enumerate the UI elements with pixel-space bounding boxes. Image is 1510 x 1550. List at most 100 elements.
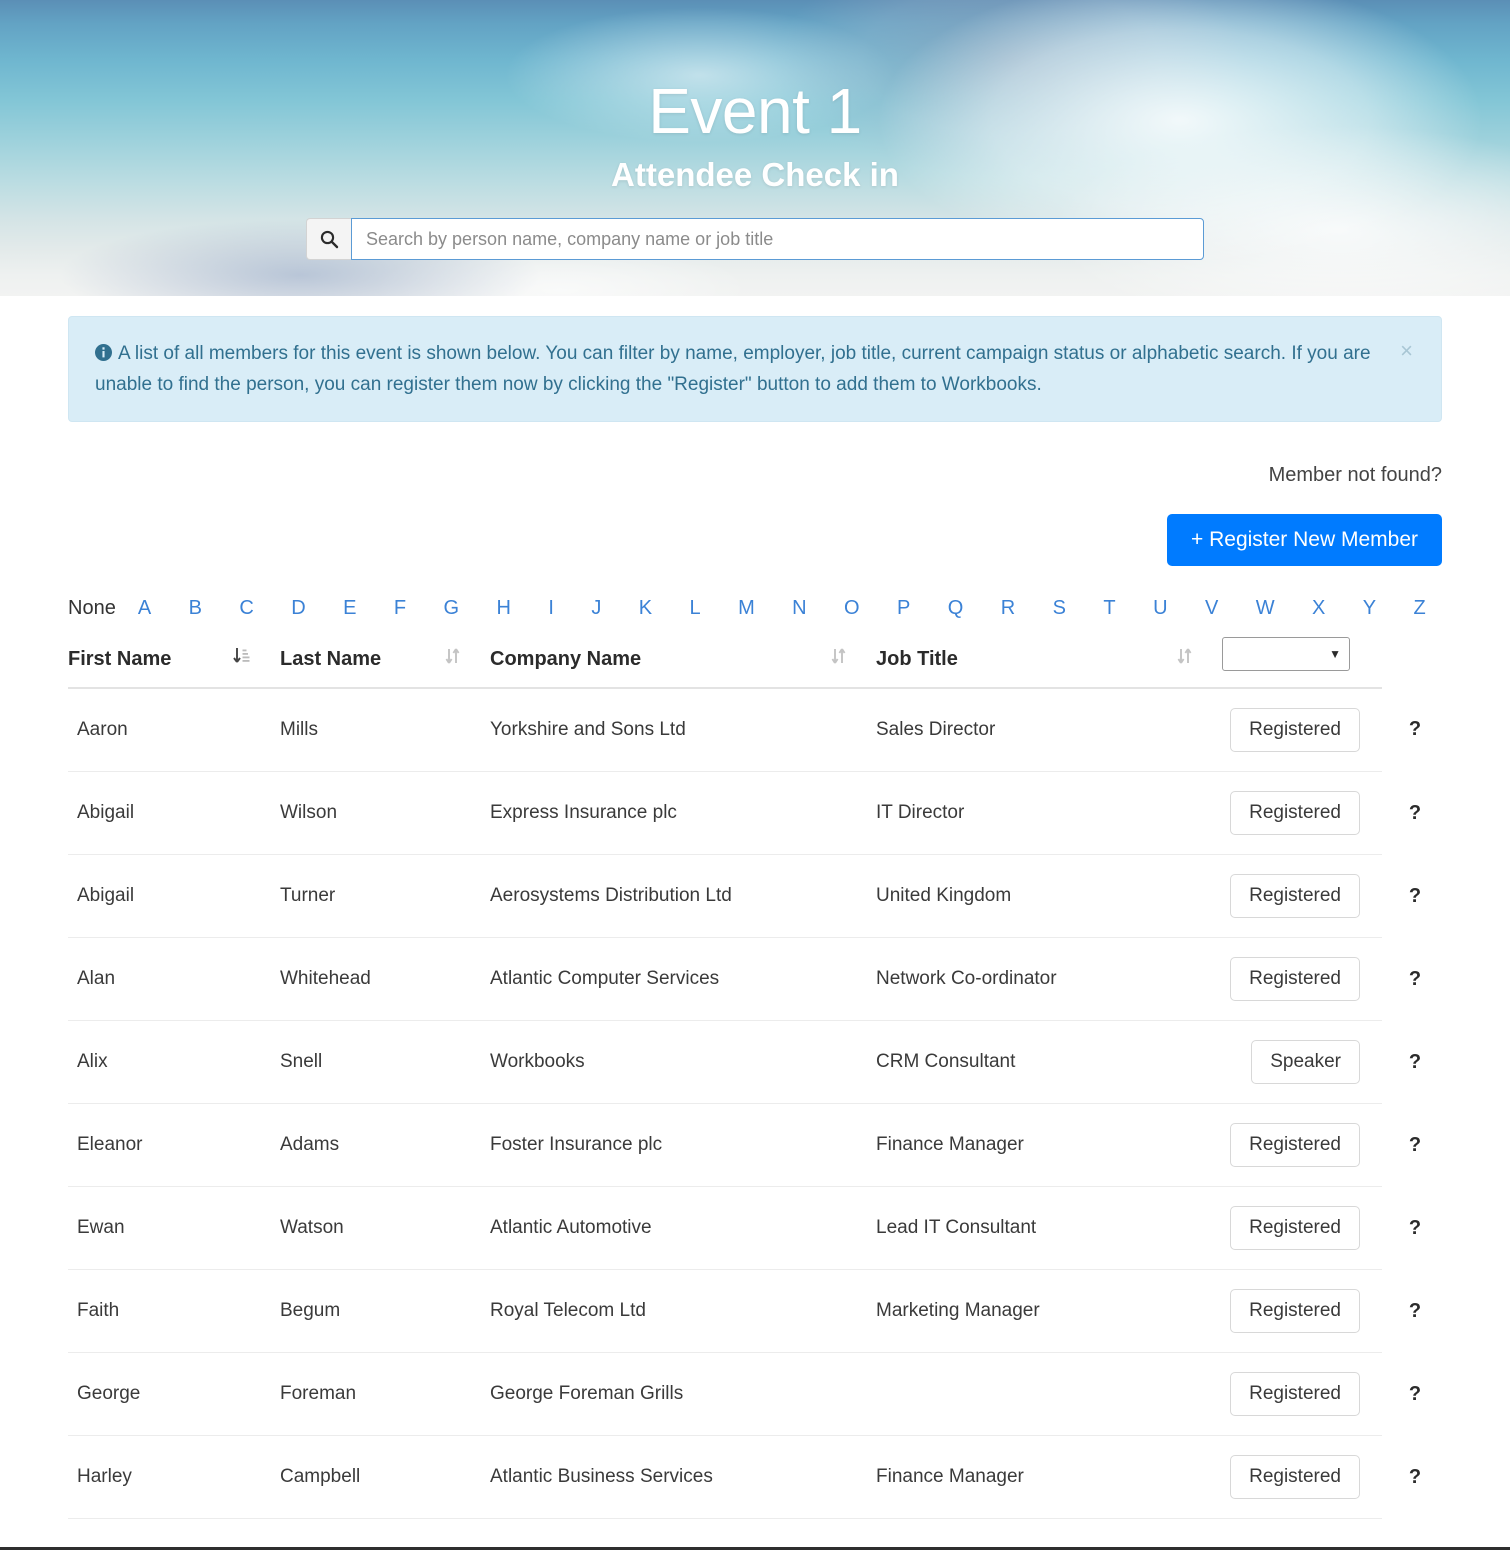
alpha-filter-none[interactable]: None (68, 597, 116, 620)
search-button[interactable] (306, 218, 351, 260)
cell-job-title: Sales Director (876, 688, 1222, 772)
alpha-filter-g[interactable]: G (444, 597, 460, 620)
cell-first-name: Ewan (68, 1186, 280, 1270)
status-button[interactable]: Registered (1230, 791, 1360, 835)
table-row: Harley Campbell Atlantic Business Services… (68, 1435, 1448, 1519)
search-bar (306, 218, 1204, 260)
cell-help: ? (1382, 688, 1448, 772)
table-row: Abigail Turner Aerosystems Distribution Lt… (68, 854, 1448, 938)
cell-help: ? (1382, 1353, 1448, 1436)
question-mark-icon[interactable]: ? (1409, 718, 1421, 740)
cell-status: Registered (1222, 1269, 1382, 1353)
cell-job-title: CRM Consultant (876, 1020, 1222, 1104)
status-button[interactable]: Registered (1230, 708, 1360, 752)
status-button[interactable]: Registered (1230, 874, 1360, 918)
status-button[interactable]: Registered (1230, 1372, 1360, 1416)
column-header-company-name[interactable]: Company Name (490, 637, 876, 689)
question-mark-icon[interactable]: ? (1409, 1217, 1421, 1239)
table-header: First Name Last Name Company Name Job Ti… (68, 637, 1448, 689)
status-button[interactable]: Speaker (1251, 1040, 1360, 1084)
alpha-filter-m[interactable]: M (738, 597, 755, 620)
alpha-filter-b[interactable]: B (189, 597, 202, 620)
chevron-down-icon: ▼ (1329, 647, 1341, 661)
alpha-filter-v[interactable]: V (1205, 597, 1218, 620)
cell-help: ? (1382, 1436, 1448, 1519)
question-mark-icon[interactable]: ? (1409, 1051, 1421, 1073)
cell-first-name: Aaron (68, 688, 280, 772)
attendees-table: First Name Last Name Company Name Job Ti… (68, 637, 1448, 1519)
column-header-first-name[interactable]: First Name (68, 637, 280, 689)
cell-last-name: Mills (280, 688, 490, 772)
cell-help: ? (1382, 1270, 1448, 1353)
search-input[interactable] (351, 218, 1204, 260)
table-row: Alan Whitehead Atlantic Computer Services N… (68, 937, 1448, 1021)
status-button[interactable]: Registered (1230, 1123, 1360, 1167)
column-header-status: ▼ (1222, 637, 1382, 689)
column-label-job-title: Job Title (876, 647, 958, 670)
cell-job-title: Finance Manager (876, 1103, 1222, 1187)
close-icon[interactable]: × (1394, 339, 1419, 363)
sort-both-icon (1177, 647, 1192, 671)
cell-help: ? (1382, 938, 1448, 1021)
alpha-filter-o[interactable]: O (844, 597, 860, 620)
question-mark-icon[interactable]: ? (1409, 802, 1421, 824)
alpha-filter-j[interactable]: J (591, 597, 601, 620)
question-mark-icon[interactable]: ? (1409, 1300, 1421, 1322)
alpha-filter-a[interactable]: A (138, 597, 151, 620)
alpha-filter-y[interactable]: Y (1363, 597, 1376, 620)
status-button[interactable]: Registered (1230, 1206, 1360, 1250)
cell-first-name: Alan (68, 937, 280, 1021)
status-button[interactable]: Registered (1230, 1455, 1360, 1499)
cell-job-title (876, 1352, 1222, 1436)
cell-last-name: Campbell (280, 1435, 490, 1519)
register-new-member-button[interactable]: + Register New Member (1167, 514, 1442, 566)
status-button[interactable]: Registered (1230, 1289, 1360, 1333)
question-mark-icon[interactable]: ? (1409, 1134, 1421, 1156)
alpha-filter-k[interactable]: K (639, 597, 652, 620)
cell-company-name: Yorkshire and Sons Ltd (490, 688, 876, 772)
question-mark-icon[interactable]: ? (1409, 968, 1421, 990)
alert-message: A list of all members for this event is … (95, 343, 1371, 395)
alpha-filter-f[interactable]: F (394, 597, 406, 620)
cell-company-name: Atlantic Business Services (490, 1435, 876, 1519)
question-mark-icon[interactable]: ? (1409, 1383, 1421, 1405)
alpha-filter-q[interactable]: Q (948, 597, 964, 620)
cell-last-name: Adams (280, 1103, 490, 1187)
cell-first-name: Abigail (68, 771, 280, 855)
cell-last-name: Whitehead (280, 937, 490, 1021)
alpha-filter-n[interactable]: N (792, 597, 806, 620)
cell-company-name: Atlantic Automotive (490, 1186, 876, 1270)
alpha-filter-h[interactable]: H (496, 597, 510, 620)
alpha-filter-x[interactable]: X (1312, 597, 1325, 620)
alpha-filter-u[interactable]: U (1153, 597, 1167, 620)
cell-help: ? (1382, 1104, 1448, 1187)
cell-status: Registered (1222, 771, 1382, 855)
alpha-filter-l[interactable]: L (690, 597, 701, 620)
alpha-filter-r[interactable]: R (1001, 597, 1015, 620)
alpha-filter-t[interactable]: T (1103, 597, 1115, 620)
column-header-job-title[interactable]: Job Title (876, 637, 1222, 689)
cell-company-name: Aerosystems Distribution Ltd (490, 854, 876, 938)
column-header-last-name[interactable]: Last Name (280, 637, 490, 689)
cell-status: Registered (1222, 1435, 1382, 1519)
column-label-first-name: First Name (68, 647, 172, 670)
cell-first-name: Abigail (68, 854, 280, 938)
main-content: A list of all members for this event is … (0, 316, 1510, 1550)
alpha-filter-s[interactable]: S (1053, 597, 1066, 620)
cell-first-name: Eleanor (68, 1103, 280, 1187)
alpha-filter-z[interactable]: Z (1414, 597, 1426, 620)
status-button[interactable]: Registered (1230, 957, 1360, 1001)
alpha-filter-w[interactable]: W (1256, 597, 1275, 620)
question-mark-icon[interactable]: ? (1409, 1466, 1421, 1488)
info-alert: A list of all members for this event is … (68, 316, 1442, 422)
alpha-filter-d[interactable]: D (291, 597, 305, 620)
alpha-filter-c[interactable]: C (239, 597, 253, 620)
alpha-filter-p[interactable]: P (897, 597, 910, 620)
alpha-filter-i[interactable]: I (548, 597, 554, 620)
table-body: Aaron Mills Yorkshire and Sons Ltd Sales Di… (68, 688, 1448, 1519)
alpha-filter-letters: A B C D E F G H I J K L M N O P Q R S T U V W X Y Z (138, 597, 1442, 620)
cell-company-name: Workbooks (490, 1020, 876, 1104)
question-mark-icon[interactable]: ? (1409, 885, 1421, 907)
status-filter-select[interactable]: ▼ (1222, 637, 1350, 671)
alpha-filter-e[interactable]: E (343, 597, 356, 620)
